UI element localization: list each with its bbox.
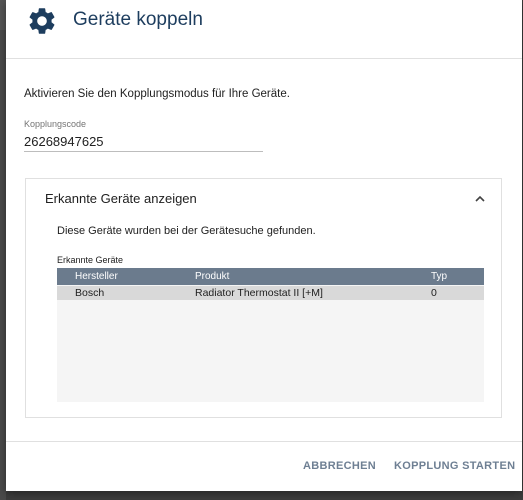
cell-product: Radiator Thermostat II [+M] <box>195 287 323 299</box>
table-row[interactable]: Bosch Radiator Thermostat II [+M] 0 <box>57 286 484 300</box>
pairing-dialog: Geräte koppeln Aktivieren Sie den Kopplu… <box>6 0 522 491</box>
column-header-type[interactable]: Typ <box>431 271 447 282</box>
cell-manufacturer: Bosch <box>75 287 105 299</box>
column-header-product[interactable]: Produkt <box>195 271 229 282</box>
panel-header[interactable]: Erkannte Geräte anzeigen <box>26 179 501 219</box>
chevron-up-icon[interactable] <box>473 192 487 206</box>
column-header-manufacturer[interactable]: Hersteller <box>75 271 118 282</box>
dialog-title: Geräte koppeln <box>73 9 203 30</box>
cancel-button[interactable]: ABBRECHEN <box>303 460 376 472</box>
table-label: Erkannte Geräte <box>57 255 124 265</box>
start-pairing-button[interactable]: KOPPLUNG STARTEN <box>394 460 515 472</box>
table-header: Hersteller Produkt Typ <box>57 268 484 285</box>
dialog-header: Geräte koppeln <box>6 0 522 59</box>
gear-icon <box>26 5 58 37</box>
pairing-code-field[interactable] <box>24 131 263 152</box>
detected-devices-panel: Erkannte Geräte anzeigen Diese Geräte wu… <box>25 178 502 418</box>
cell-type: 0 <box>431 287 437 299</box>
panel-title: Erkannte Geräte anzeigen <box>45 191 197 206</box>
pairing-code-label: Kopplungscode <box>24 119 87 129</box>
intro-text: Aktivieren Sie den Kopplungsmodus für Ih… <box>24 88 290 100</box>
panel-description: Diese Geräte wurden bei der Gerätesuche … <box>57 225 316 237</box>
dialog-footer: ABBRECHEN KOPPLUNG STARTEN <box>6 441 522 492</box>
device-table: Hersteller Produkt Typ Bosch Radiator Th… <box>57 268 484 402</box>
